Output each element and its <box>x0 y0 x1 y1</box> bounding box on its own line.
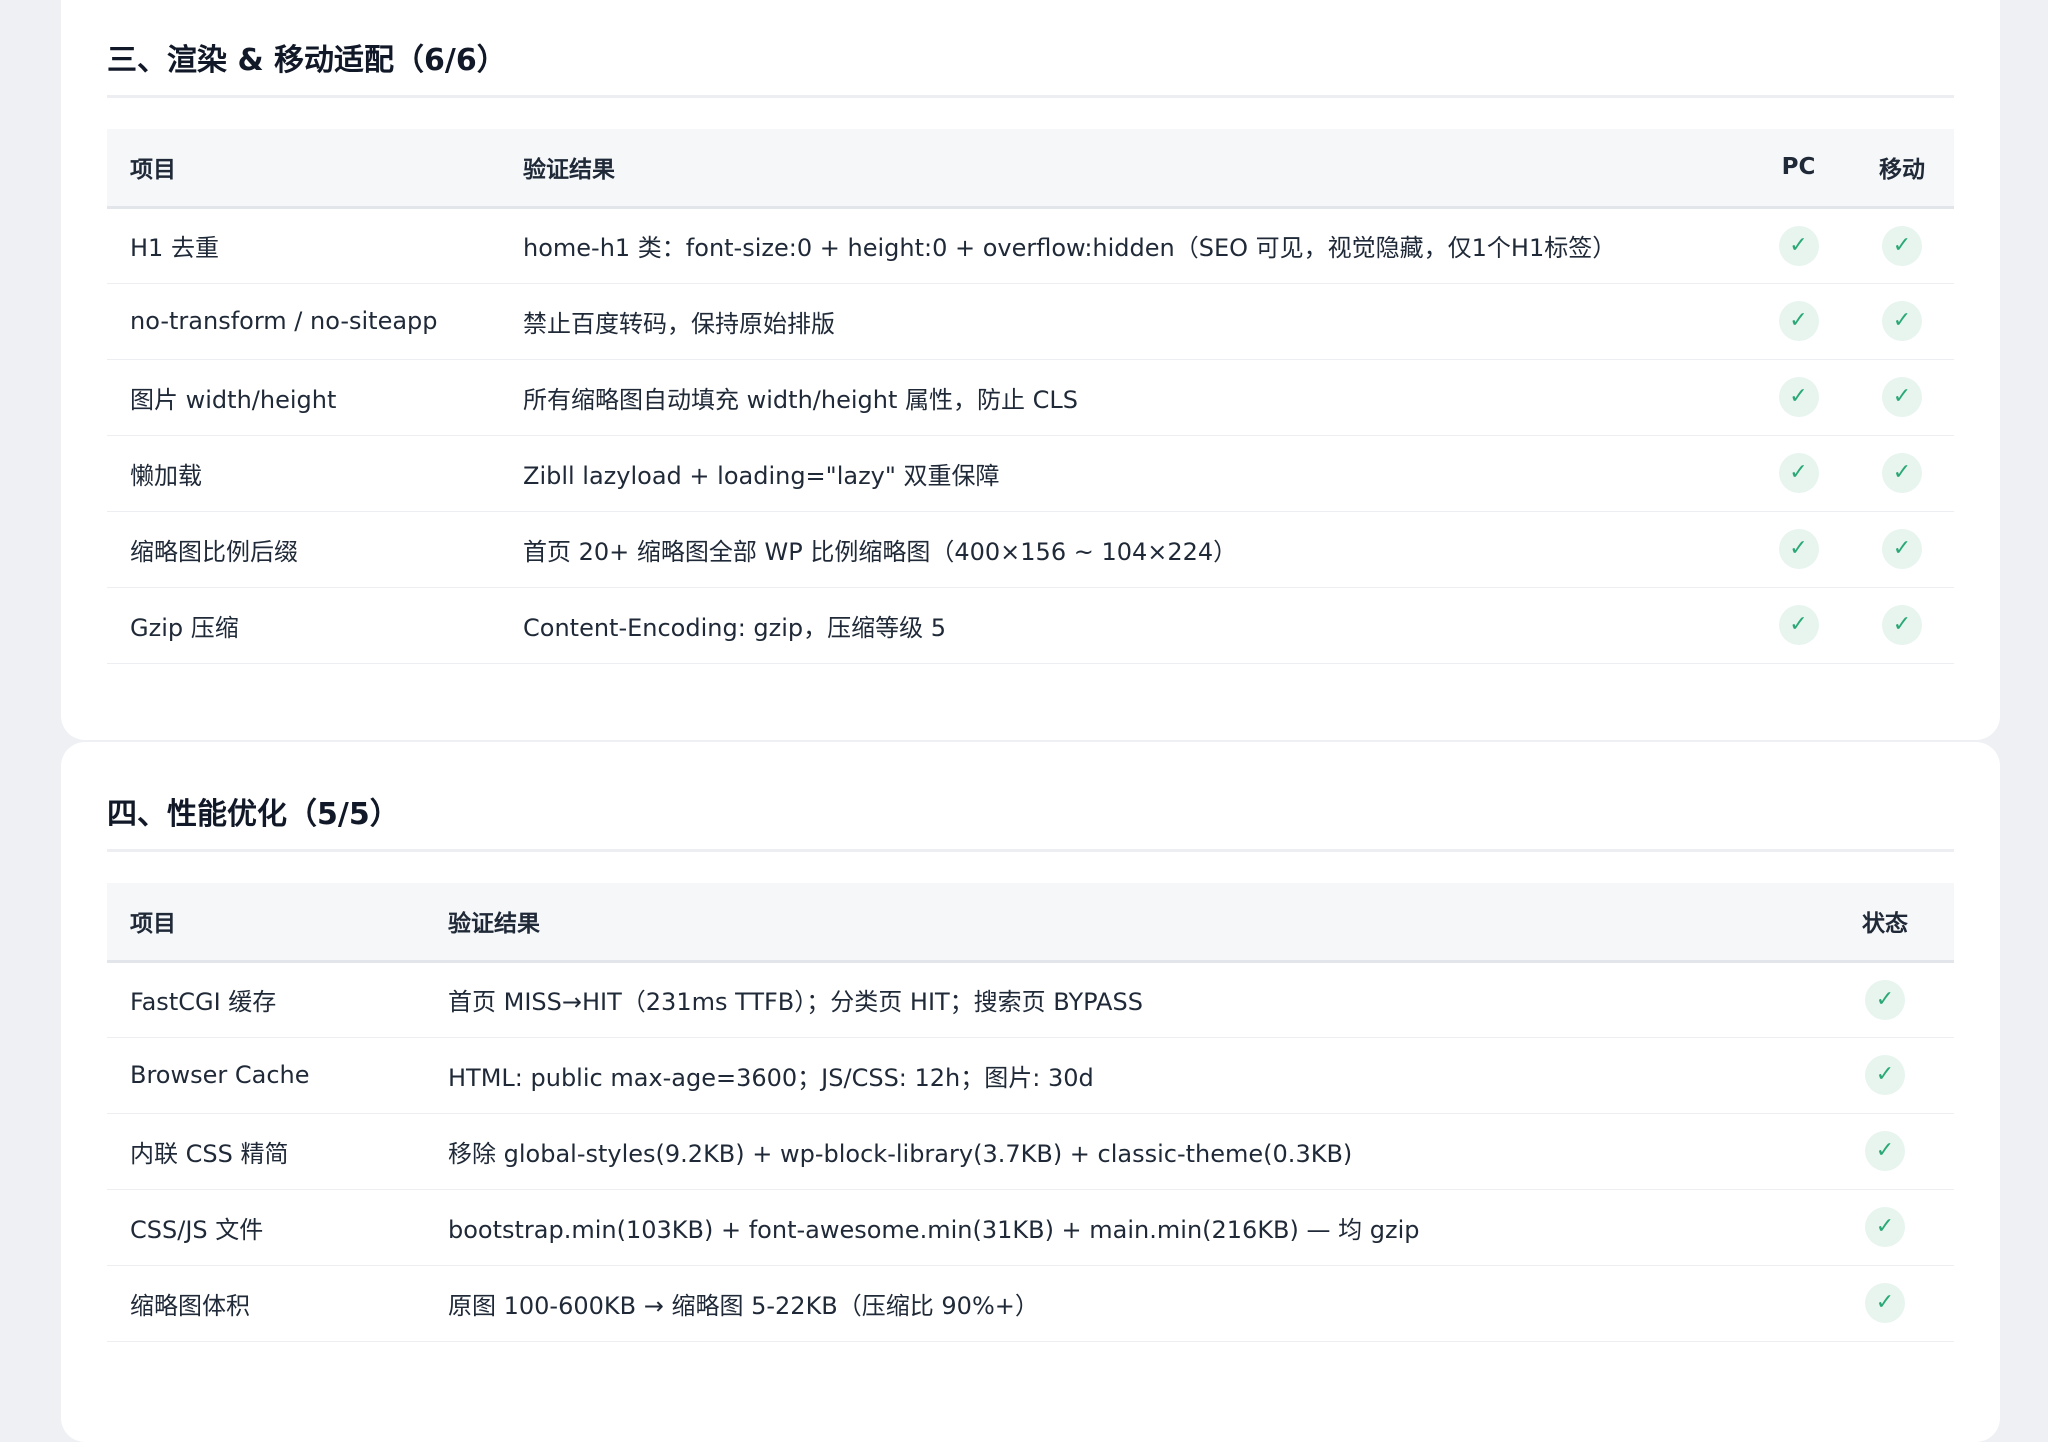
row-result: bootstrap.min(103KB) + font-awesome.min(… <box>425 1189 1816 1266</box>
column-header-result: 验证结果 <box>425 883 1816 963</box>
row-item: FastCGI 缓存 <box>107 961 425 1038</box>
check-icon: ✓ <box>1778 377 1819 417</box>
table-row: 缩略图比例后缀 首页 20+ 缩略图全部 WP 比例缩略图（400×156 ~ … <box>107 511 1954 588</box>
row-result: home-h1 类：font-size:0 + height:0 + overf… <box>500 207 1747 284</box>
row-item: 内联 CSS 精简 <box>107 1113 425 1190</box>
check-icon: ✓ <box>1778 605 1819 645</box>
row-item: Browser Cache <box>107 1037 425 1114</box>
section-title: 三、渲染 & 移动适配（6/6） <box>107 4 1954 98</box>
row-item: Gzip 压缩 <box>107 587 500 664</box>
check-icon: ✓ <box>1865 1283 1905 1323</box>
table-row: no-transform / no-siteapp 禁止百度转码，保持原始排版 … <box>107 283 1954 360</box>
row-result: Content-Encoding: gzip，压缩等级 5 <box>500 587 1747 664</box>
row-result: 移除 global-styles(9.2KB) + wp-block-libra… <box>425 1113 1816 1190</box>
check-icon: ✓ <box>1865 1055 1905 1095</box>
render-check-table: 项目 验证结果 PC 移动 H1 去重 home-h1 类：font-size:… <box>107 129 1954 664</box>
table-row: CSS/JS 文件 bootstrap.min(103KB) + font-aw… <box>107 1189 1954 1266</box>
row-result: HTML: public max-age=3600；JS/CSS: 12h；图片… <box>425 1037 1816 1114</box>
column-header-mobile: 移动 <box>1850 129 1954 209</box>
check-icon: ✓ <box>1882 605 1922 645</box>
table-row: 缩略图体积 原图 100-600KB → 缩略图 5-22KB（压缩比 90%+… <box>107 1265 1954 1342</box>
check-icon: ✓ <box>1865 1131 1905 1171</box>
row-result: Zibll lazyload + loading="lazy" 双重保障 <box>500 435 1747 512</box>
table-row: 懒加载 Zibll lazyload + loading="lazy" 双重保障… <box>107 435 1954 512</box>
render-mobile-card: 三、渲染 & 移动适配（6/6） 项目 验证结果 PC 移动 H1 去重 hom… <box>61 0 2000 740</box>
table-row: FastCGI 缓存 首页 MISS→HIT（231ms TTFB）；分类页 H… <box>107 961 1954 1038</box>
performance-check-table: 项目 验证结果 状态 FastCGI 缓存 首页 MISS→HIT（231ms … <box>107 883 1954 1342</box>
check-icon: ✓ <box>1778 301 1819 341</box>
table-row: H1 去重 home-h1 类：font-size:0 + height:0 +… <box>107 207 1954 284</box>
row-item: H1 去重 <box>107 207 500 284</box>
column-header-item: 项目 <box>107 883 425 963</box>
check-icon: ✓ <box>1882 529 1922 569</box>
row-item: 缩略图体积 <box>107 1265 425 1342</box>
check-icon: ✓ <box>1865 979 1905 1020</box>
row-item: no-transform / no-siteapp <box>107 283 500 360</box>
check-icon: ✓ <box>1778 453 1819 493</box>
table-row: Gzip 压缩 Content-Encoding: gzip，压缩等级 5 ✓ … <box>107 587 1954 664</box>
column-header-result: 验证结果 <box>500 129 1747 209</box>
row-item: 缩略图比例后缀 <box>107 511 500 588</box>
row-result: 首页 MISS→HIT（231ms TTFB）；分类页 HIT；搜索页 BYPA… <box>425 961 1816 1038</box>
row-item: CSS/JS 文件 <box>107 1189 425 1266</box>
check-icon: ✓ <box>1882 225 1922 266</box>
check-icon: ✓ <box>1778 225 1819 266</box>
table-header-row: 项目 验证结果 PC 移动 <box>107 129 1954 209</box>
check-icon: ✓ <box>1865 1207 1905 1247</box>
table-header-row: 项目 验证结果 状态 <box>107 883 1954 963</box>
check-icon: ✓ <box>1882 453 1922 493</box>
row-result: 原图 100-600KB → 缩略图 5-22KB（压缩比 90%+） <box>425 1265 1816 1342</box>
row-result: 首页 20+ 缩略图全部 WP 比例缩略图（400×156 ~ 104×224） <box>500 511 1747 588</box>
check-icon: ✓ <box>1882 301 1922 341</box>
table-row: 图片 width/height 所有缩略图自动填充 width/height 属… <box>107 359 1954 436</box>
column-header-item: 项目 <box>107 129 500 209</box>
column-header-status: 状态 <box>1816 883 1954 963</box>
check-icon: ✓ <box>1778 529 1819 569</box>
performance-card: 四、性能优化（5/5） 项目 验证结果 状态 FastCGI 缓存 首页 MIS… <box>61 742 2000 1442</box>
section-title: 四、性能优化（5/5） <box>107 778 1954 852</box>
column-header-pc: PC <box>1747 129 1850 209</box>
table-row: 内联 CSS 精简 移除 global-styles(9.2KB) + wp-b… <box>107 1113 1954 1190</box>
table-row: Browser Cache HTML: public max-age=3600；… <box>107 1037 1954 1114</box>
row-result: 禁止百度转码，保持原始排版 <box>500 283 1747 360</box>
row-result: 所有缩略图自动填充 width/height 属性，防止 CLS <box>500 359 1747 436</box>
check-icon: ✓ <box>1882 377 1922 417</box>
row-item: 图片 width/height <box>107 359 500 436</box>
row-item: 懒加载 <box>107 435 500 512</box>
